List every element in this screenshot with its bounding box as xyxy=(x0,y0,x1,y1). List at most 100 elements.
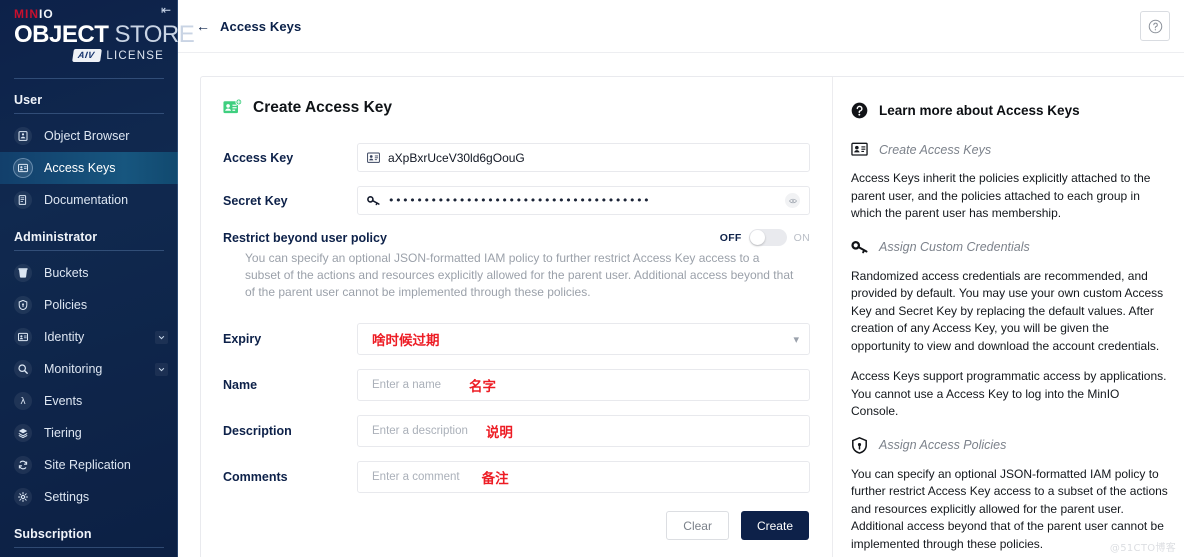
wordmark-store: STORE xyxy=(108,21,195,48)
help-sections: Create Access Keys Access Keys inherit th… xyxy=(851,141,1168,557)
help-section-title: Assign Access Policies xyxy=(879,438,1007,452)
chevron-down-icon[interactable] xyxy=(155,330,168,344)
sidebar-item-events[interactable]: λ Events xyxy=(0,385,178,417)
expiry-select[interactable]: 啥时候过期 ▾ xyxy=(357,323,810,355)
secret-key-input[interactable]: ••••••••••••••••••••••••••••••••••••• xyxy=(357,186,810,215)
license-label: LICENSE xyxy=(106,49,164,62)
sidebar-item-label: Object Browser xyxy=(44,129,130,143)
sidebar-section-title: Administrator xyxy=(14,230,98,244)
help-section-title: Assign Custom Credentials xyxy=(879,240,1030,254)
settings-gear-icon xyxy=(14,488,32,506)
help-panel-title: Learn more about Access Keys xyxy=(879,103,1080,118)
sidebar-item-label: Policies xyxy=(44,298,88,312)
create-access-key-card: Create Access Key Access Key aXpBxrUceV3… xyxy=(200,76,1184,557)
access-key-label: Access Key xyxy=(223,150,294,165)
restrict-policy-toggle[interactable] xyxy=(748,229,787,246)
app-root: ⇤ MINIO OBJECT STORE AIV LICENSE User Obj… xyxy=(0,0,1184,557)
secret-key-label: Secret Key xyxy=(223,193,288,208)
sidebar-item-label: Documentation xyxy=(44,193,129,207)
sidebar-item-object-browser[interactable]: Object Browser xyxy=(0,120,178,152)
sidebar-item-label: Site Replication xyxy=(44,458,131,472)
help-section-heading: Assign Access Policies xyxy=(851,436,1168,454)
toggle-knob xyxy=(749,230,765,245)
main-region: ← Access Keys Create Access Key Access K… xyxy=(178,0,1184,557)
policies-icon xyxy=(14,296,32,314)
topbar: ← Access Keys xyxy=(178,0,1184,53)
minio-wordmark-io: IO xyxy=(39,7,54,21)
help-section-heading: Assign Custom Credentials xyxy=(851,239,1168,256)
monitoring-icon xyxy=(14,360,32,378)
watermark: @51CTO博客 xyxy=(1109,543,1176,554)
help-panel: Learn more about Access Keys Create Acce… xyxy=(832,77,1184,557)
sidebar-item-access-keys[interactable]: Access Keys xyxy=(0,152,178,184)
sidebar-section-divider xyxy=(14,547,164,548)
name-row: Name Enter a name 名字 xyxy=(223,369,810,401)
expiry-row: Expiry 啥时候过期 ▾ xyxy=(223,323,810,355)
toggle-off-label: OFF xyxy=(719,231,742,244)
secret-key-row: Secret Key •••••••••••••••••••••••••••••… xyxy=(223,186,810,215)
back-arrow-icon[interactable]: ← xyxy=(196,19,210,33)
collapse-sidebar-icon[interactable]: ⇤ xyxy=(158,2,174,18)
access-key-input[interactable]: aXpBxrUceV30ld6gOouG xyxy=(357,143,810,172)
sidebar-item-label: Buckets xyxy=(44,266,89,280)
restrict-policy-description: You can specify an optional JSON-formatt… xyxy=(245,251,794,299)
comments-row: Comments Enter a comment 备注 xyxy=(223,461,810,493)
chevron-down-icon[interactable] xyxy=(155,362,168,376)
sidebar-item-monitoring[interactable]: Monitoring xyxy=(0,353,178,385)
tiering-icon xyxy=(14,424,32,442)
sidebar-section-divider xyxy=(14,113,164,114)
description-label: Description xyxy=(223,424,292,438)
name-placeholder: Enter a name xyxy=(372,379,442,391)
events-icon: λ xyxy=(14,392,32,410)
toggle-on-label: ON xyxy=(793,231,810,244)
shield-icon xyxy=(851,436,868,454)
sidebar-item-label: Settings xyxy=(44,490,90,504)
sidebar-item-policies[interactable]: Policies xyxy=(0,289,178,321)
name-label: Name xyxy=(223,378,258,392)
help-circle-icon xyxy=(851,102,868,119)
sidebar-item-site-replication[interactable]: Site Replication xyxy=(0,449,178,481)
key-icon xyxy=(367,194,380,207)
access-key-value: aXpBxrUceV30ld6gOouG xyxy=(388,150,525,165)
help-paragraph: Access Keys inherit the policies explici… xyxy=(851,171,1151,220)
name-annotation: 名字 xyxy=(469,379,497,395)
description-input[interactable]: Enter a description 说明 xyxy=(357,415,810,447)
sidebar-item-label: Events xyxy=(44,394,83,408)
sidebar-item-label: Monitoring xyxy=(44,362,103,376)
comments-placeholder: Enter a comment xyxy=(372,471,460,483)
sidebar-item-label: Identity xyxy=(44,330,85,344)
help-question-icon[interactable] xyxy=(1140,11,1170,41)
expiry-annotation: 啥时候过期 xyxy=(372,333,440,349)
sidebar-item-tiering[interactable]: Tiering xyxy=(0,417,178,449)
sidebar-item-label: Tiering xyxy=(44,426,82,440)
form-header: Create Access Key xyxy=(223,98,810,117)
sidebar: ⇤ MINIO OBJECT STORE AIV LICENSE User Obj… xyxy=(0,0,195,557)
comments-input[interactable]: Enter a comment 备注 xyxy=(357,461,810,493)
create-button[interactable]: Create xyxy=(740,511,809,540)
aiv-badge: AIV xyxy=(71,49,102,62)
sidebar-item-documentation[interactable]: Documentation xyxy=(0,184,178,216)
sidebar-item-settings[interactable]: Settings xyxy=(0,481,178,513)
buckets-icon xyxy=(14,264,32,282)
name-input[interactable]: Enter a name 名字 xyxy=(357,369,810,401)
help-section-title: Create Access Keys xyxy=(879,142,992,157)
clear-button[interactable]: Clear xyxy=(666,511,729,540)
sidebar-section-title: Subscription xyxy=(14,527,92,541)
restrict-policy-toggle-group: OFF ON xyxy=(720,229,810,246)
sidebar-section-title: User xyxy=(14,93,43,107)
form-actions: Clear Create xyxy=(223,511,810,540)
restrict-policy-row: Restrict beyond user policy OFF ON xyxy=(223,229,810,246)
svg-text:λ: λ xyxy=(20,397,26,406)
sidebar-item-buckets[interactable]: Buckets xyxy=(0,257,178,289)
key-icon xyxy=(851,239,868,256)
description-annotation: 说明 xyxy=(485,425,513,441)
page-title: Access Keys xyxy=(220,18,302,34)
expiry-label: Expiry xyxy=(223,332,262,346)
sidebar-item-identity[interactable]: Identity xyxy=(0,321,178,353)
site-replication-icon xyxy=(14,456,32,474)
eye-icon[interactable] xyxy=(785,193,800,208)
minio-wordmark-min: MIN xyxy=(14,7,39,21)
brand-logo: ⇤ MINIO OBJECT STORE AIV LICENSE xyxy=(0,0,195,68)
chevron-down-icon: ▾ xyxy=(793,333,799,346)
sidebar-item-label: Access Keys xyxy=(44,161,116,175)
